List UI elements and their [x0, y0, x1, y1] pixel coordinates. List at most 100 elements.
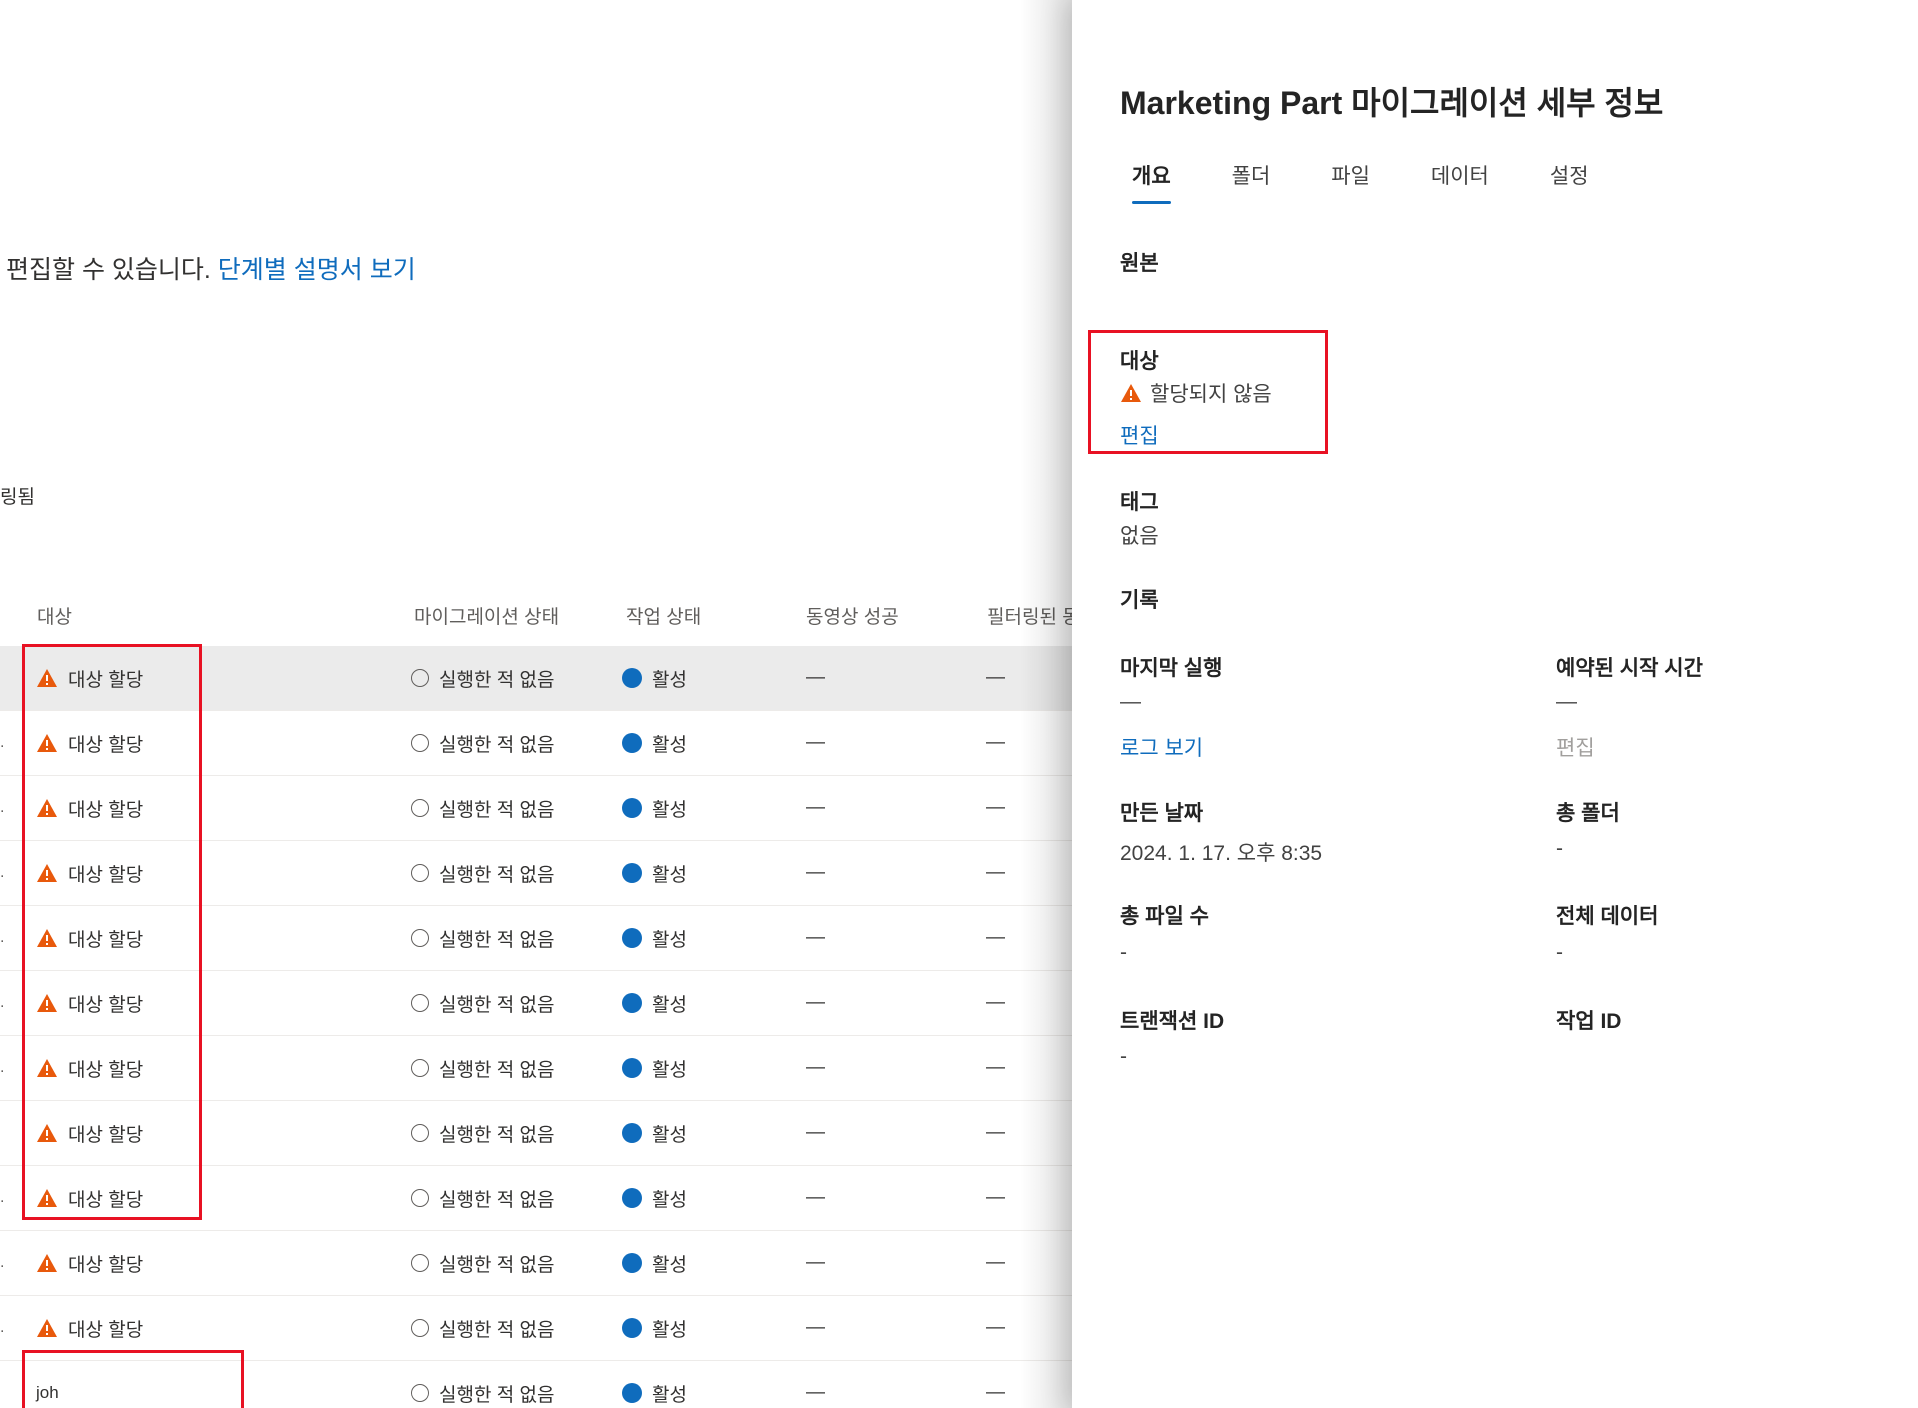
migration-status-cell: 실행한 적 없음 — [411, 711, 554, 775]
transaction-id-value: - — [1120, 1045, 1127, 1068]
job-status-text: 활성 — [652, 1059, 687, 1081]
table-row[interactable]: . 대상 할당 실행한 적 없음 활성 — — — [0, 1231, 1072, 1296]
assign-target-link[interactable]: 대상 할당 — [36, 646, 143, 710]
assign-target-link[interactable]: 대상 할당 — [36, 1231, 143, 1295]
step-guide-link[interactable]: 단계별 설명서 보기 — [218, 256, 416, 284]
table-row[interactable]: . 대상 할당 실행한 적 없음 활성 — — — [0, 1296, 1072, 1361]
video-success-cell: — — [806, 1252, 825, 1273]
tab-settings[interactable]: 설정 — [1538, 154, 1601, 204]
table-row[interactable]: . 대상 할당 실행한 적 없음 활성 — — — [0, 971, 1072, 1036]
assign-target-text: 대상 할당 — [68, 669, 144, 691]
assign-target-link[interactable]: 대상 할당 — [36, 1101, 143, 1165]
not-run-circle-icon — [411, 1254, 429, 1272]
video-success-cell: — — [806, 1122, 825, 1143]
tags-value: 없음 — [1120, 525, 1159, 548]
tab-overview[interactable]: 개요 — [1120, 154, 1183, 204]
total-data-value: - — [1556, 941, 1563, 964]
history-label: 기록 — [1120, 589, 1159, 612]
target-edit-link[interactable]: 편집 — [1120, 420, 1159, 450]
assign-target-link[interactable]: 대상 할당 — [36, 1036, 143, 1100]
migration-status-text: 실행한 적 없음 — [439, 1124, 555, 1146]
job-status-cell: 활성 — [622, 1231, 687, 1295]
migration-status-text: 실행한 적 없음 — [439, 994, 555, 1016]
row-overflow-marker: . — [0, 1059, 5, 1076]
job-status-cell: 활성 — [622, 1101, 687, 1165]
assign-target-link[interactable]: 대상 할당 — [36, 1166, 143, 1230]
not-run-circle-icon — [411, 1059, 429, 1077]
video-success-cell: — — [806, 992, 825, 1013]
scheduled-start-label: 예약된 시작 시간 — [1556, 657, 1703, 680]
migration-status-text: 실행한 적 없음 — [439, 799, 555, 821]
panel-tabs: 개요 폴더 파일 데이터 설정 — [1120, 154, 1638, 204]
job-status-text: 활성 — [652, 864, 687, 886]
job-status-text: 활성 — [652, 734, 687, 756]
job-status-cell: 활성 — [622, 1361, 687, 1408]
table-row[interactable]: . 대상 할당 실행한 적 없음 활성 — — — [0, 711, 1072, 776]
job-status-text: 활성 — [652, 1124, 687, 1146]
last-run-value: — — [1120, 690, 1141, 713]
filtered-cell: — — [986, 927, 1005, 948]
filtered-cell: — — [986, 1317, 1005, 1338]
warning-icon — [37, 1254, 57, 1272]
filtered-cell: — — [986, 1382, 1005, 1403]
job-status-cell: 활성 — [622, 906, 687, 970]
migration-status-text: 실행한 적 없음 — [439, 1384, 555, 1406]
filter-status-text: 링됨 — [0, 487, 35, 508]
assign-target-link[interactable]: 대상 할당 — [36, 906, 143, 970]
total-folders-label: 총 폴더 — [1556, 802, 1620, 825]
total-files-value: - — [1120, 941, 1127, 964]
job-status-cell: 활성 — [622, 1036, 687, 1100]
job-status-cell: 활성 — [622, 1166, 687, 1230]
column-header-migration-status[interactable]: 마이그레이션 상태 — [414, 602, 559, 629]
table-row[interactable]: . 대상 할당 실행한 적 없음 활성 — — — [0, 1036, 1072, 1101]
active-dot-icon — [622, 1188, 642, 1208]
migration-status-cell: 실행한 적 없음 — [411, 646, 554, 710]
filtered-cell: — — [986, 992, 1005, 1013]
column-header-video-success[interactable]: 동영상 성공 — [806, 602, 899, 629]
table-row[interactable]: . 대상 할당 실행한 적 없음 활성 — — — [0, 776, 1072, 841]
table-row[interactable]: joh 실행한 적 없음 활성 — — — [0, 1361, 1072, 1408]
migration-status-cell: 실행한 적 없음 — [411, 971, 554, 1035]
table-row[interactable]: 대상 할당 실행한 적 없음 활성 — — — [0, 1101, 1072, 1166]
panel-title: Marketing Part 마이그레이션 세부 정보 — [1120, 85, 1664, 121]
assign-target-link[interactable]: 대상 할당 — [36, 971, 143, 1035]
target-input[interactable]: joh — [36, 1361, 59, 1408]
tab-data[interactable]: 데이터 — [1419, 154, 1501, 204]
not-run-circle-icon — [411, 1384, 429, 1402]
active-dot-icon — [622, 1123, 642, 1143]
not-run-circle-icon — [411, 864, 429, 882]
row-overflow-marker: . — [0, 1254, 5, 1271]
column-header-job-status[interactable]: 작업 상태 — [626, 602, 701, 629]
migration-status-text: 실행한 적 없음 — [439, 864, 555, 886]
active-dot-icon — [622, 1253, 642, 1273]
filtered-cell: — — [986, 1057, 1005, 1078]
warning-icon — [37, 1124, 57, 1142]
view-log-link[interactable]: 로그 보기 — [1120, 732, 1203, 762]
assign-target-link[interactable]: 대상 할당 — [36, 841, 143, 905]
tab-files[interactable]: 파일 — [1319, 154, 1382, 204]
total-files-label: 총 파일 수 — [1120, 905, 1209, 928]
table-row[interactable]: . 대상 할당 실행한 적 없음 활성 — — — [0, 841, 1072, 906]
filtered-cell: — — [986, 862, 1005, 883]
assign-target-text: 대상 할당 — [68, 864, 144, 886]
table-row[interactable]: . 대상 할당 실행한 적 없음 활성 — — — [0, 906, 1072, 971]
video-success-cell: — — [806, 1187, 825, 1208]
not-run-circle-icon — [411, 1124, 429, 1142]
tab-folders[interactable]: 폴더 — [1220, 154, 1283, 204]
migration-status-cell: 실행한 적 없음 — [411, 1231, 554, 1295]
not-run-circle-icon — [411, 734, 429, 752]
active-dot-icon — [622, 1058, 642, 1078]
filtered-cell: — — [986, 667, 1005, 688]
warning-icon — [37, 734, 57, 752]
row-overflow-marker: . — [0, 734, 5, 751]
active-dot-icon — [622, 1318, 642, 1338]
assign-target-link[interactable]: 대상 할당 — [36, 776, 143, 840]
table-row[interactable]: 대상 할당 실행한 적 없음 활성 — — — [0, 646, 1072, 711]
row-overflow-marker: . — [0, 1189, 5, 1206]
column-header-filtered[interactable]: 필터링된 동 — [987, 602, 1072, 629]
assign-target-link[interactable]: 대상 할당 — [36, 711, 143, 775]
table-row[interactable]: . 대상 할당 실행한 적 없음 활성 — — — [0, 1166, 1072, 1231]
assign-target-text: 대상 할당 — [68, 1254, 144, 1276]
column-header-target[interactable]: 대상 — [37, 602, 72, 629]
assign-target-link[interactable]: 대상 할당 — [36, 1296, 143, 1360]
